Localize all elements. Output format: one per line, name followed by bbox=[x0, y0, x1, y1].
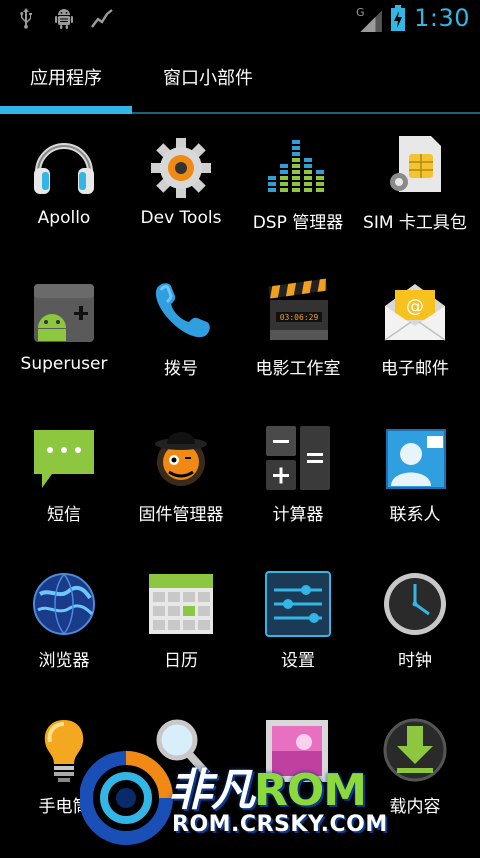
email-icon: @ bbox=[384, 284, 446, 341]
android-debug-icon bbox=[55, 9, 73, 29]
settings-sliders-icon bbox=[265, 571, 331, 637]
watermark-brand: 非凡ROM bbox=[168, 754, 367, 818]
clock-icon bbox=[384, 573, 446, 635]
app-calculator[interactable]: 计算器 bbox=[238, 420, 358, 566]
app-label: 计算器 bbox=[272, 505, 324, 525]
app-dsp-manager[interactable]: DSP 管理器 bbox=[238, 128, 358, 274]
app-browser[interactable]: 浏览器 bbox=[4, 566, 124, 712]
message-bubble-icon bbox=[34, 430, 94, 488]
app-apollo[interactable]: Apollo bbox=[4, 128, 124, 274]
notification-icons bbox=[14, 6, 114, 30]
app-contacts[interactable]: 联系人 bbox=[355, 420, 475, 566]
app-label: 联系人 bbox=[389, 505, 441, 525]
status-bar: G 1:30 bbox=[0, 0, 480, 38]
equalizer-icon bbox=[268, 140, 324, 192]
calendar-icon bbox=[149, 574, 213, 634]
app-movie-studio[interactable]: 03:06:29 电影工作室 bbox=[238, 274, 358, 420]
app-dialer[interactable]: 拨号 bbox=[121, 274, 241, 420]
activity-graph-icon bbox=[91, 9, 113, 28]
app-label: 拨号 bbox=[164, 359, 198, 379]
brand-rom: ROM bbox=[254, 765, 367, 816]
app-clock[interactable]: 时钟 bbox=[355, 566, 475, 712]
svg-text:G: G bbox=[356, 6, 364, 19]
app-calendar[interactable]: 日历 bbox=[121, 566, 241, 712]
app-email[interactable]: @ 电子邮件 bbox=[355, 274, 475, 420]
app-label: 电子邮件 bbox=[381, 359, 449, 379]
app-label: 浏览器 bbox=[38, 651, 90, 671]
phone-icon bbox=[155, 283, 210, 338]
svg-text:03:06:29: 03:06:29 bbox=[280, 313, 319, 322]
tab-widgets[interactable]: 窗口小部件 bbox=[163, 64, 253, 90]
app-label: 短信 bbox=[47, 505, 81, 525]
app-label: Dev Tools bbox=[140, 208, 222, 228]
battery-charging-icon bbox=[391, 5, 406, 31]
tab-apps[interactable]: 应用程序 bbox=[30, 64, 102, 90]
svg-text:@: @ bbox=[406, 296, 424, 317]
contacts-icon bbox=[386, 429, 446, 489]
app-label: Superuser bbox=[20, 354, 108, 374]
app-superuser[interactable]: Superuser bbox=[4, 274, 124, 420]
signal-icon: G bbox=[356, 6, 383, 32]
app-sim-toolkit[interactable]: SIM 卡工具包 bbox=[355, 128, 475, 274]
sim-card-icon bbox=[390, 136, 441, 192]
system-icons: G 1:30 bbox=[356, 4, 470, 32]
brand-cn: 非凡 bbox=[168, 765, 255, 816]
app-label: Apollo bbox=[37, 208, 91, 228]
clapperboard-icon: 03:06:29 bbox=[268, 278, 328, 340]
watermark-logo: 非凡ROM ROM.CRSKY.COM bbox=[80, 748, 420, 848]
globe-icon bbox=[33, 573, 95, 635]
app-label: 电影工作室 bbox=[255, 359, 341, 379]
gear-dev-tools-icon bbox=[151, 138, 211, 198]
app-dev-tools[interactable]: Dev Tools bbox=[121, 128, 241, 274]
android-superuser-icon bbox=[34, 284, 94, 342]
app-label: 固件管理器 bbox=[138, 505, 224, 525]
usb-icon bbox=[20, 8, 32, 29]
watermark-url: ROM.CRSKY.COM bbox=[172, 812, 388, 837]
app-label: 设置 bbox=[281, 651, 315, 671]
swirl-logo-icon bbox=[80, 751, 173, 845]
clock-time: 1:30 bbox=[414, 4, 470, 32]
headphones-icon bbox=[34, 143, 94, 194]
app-messaging[interactable]: 短信 bbox=[4, 420, 124, 566]
calculator-icon bbox=[266, 426, 330, 490]
app-rom-manager[interactable]: 固件管理器 bbox=[121, 420, 241, 566]
app-label: DSP 管理器 bbox=[252, 213, 344, 233]
app-label: 时钟 bbox=[398, 651, 432, 671]
app-label: SIM 卡工具包 bbox=[363, 213, 467, 233]
rom-manager-icon bbox=[155, 432, 207, 486]
app-settings[interactable]: 设置 bbox=[238, 566, 358, 712]
tab-bar: 应用程序 窗口小部件 bbox=[0, 38, 480, 116]
tab-selected-indicator bbox=[0, 106, 132, 114]
app-label: 日历 bbox=[164, 651, 198, 671]
